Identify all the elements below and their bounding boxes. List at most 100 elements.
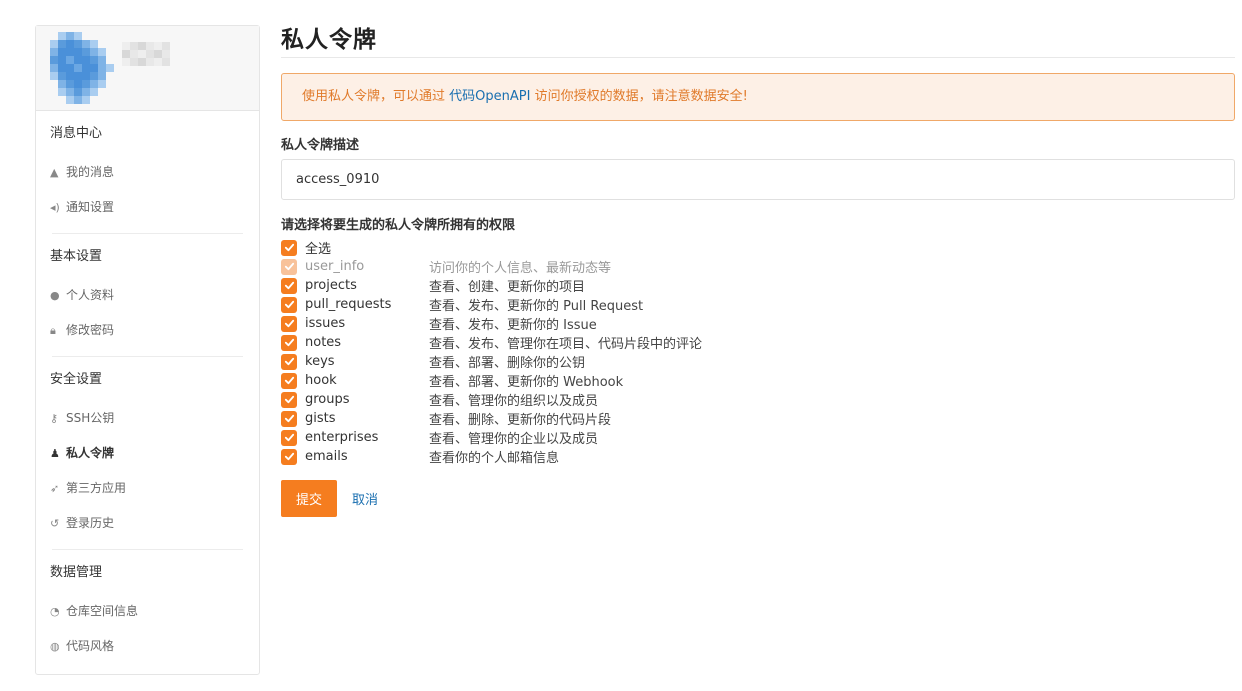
openapi-link[interactable]: 代码OpenAPI bbox=[449, 89, 530, 104]
menu-section: 消息中心 ▲ 我的消息 ◂) 通知设置 bbox=[36, 111, 259, 234]
permission-checkbox[interactable] bbox=[281, 296, 297, 313]
avatar[interactable] bbox=[50, 32, 114, 104]
sidebar-item[interactable]: ▲ 我的消息 bbox=[48, 155, 247, 190]
permission-name: issues bbox=[305, 316, 346, 331]
user-secret-icon: ♟ bbox=[50, 447, 60, 460]
profile-header bbox=[36, 26, 259, 111]
menu-section: 数据管理 ◔ 仓库空间信息 ◍ 代码风格 bbox=[36, 550, 259, 664]
permission-name: pull_requests bbox=[305, 297, 392, 312]
sidebar-item[interactable]: ♟ 私人令牌 bbox=[48, 436, 247, 471]
check-icon bbox=[284, 243, 294, 252]
permission-description: 查看你的个人邮箱信息 bbox=[429, 451, 560, 466]
select-all-row: 全选 bbox=[281, 238, 1235, 257]
permission-description: 查看、部署、更新你的 Webhook bbox=[429, 375, 624, 390]
sidebar-item[interactable]: ↺ 登录历史 bbox=[48, 506, 247, 541]
security-notice: 使用私人令牌，可以通过 代码OpenAPI 访问你授权的数据，请注意数据安全! bbox=[281, 73, 1235, 121]
sidebar-item[interactable]: 🔒︎ 修改密码 bbox=[48, 313, 247, 348]
permission-description: 访问你的个人信息、最新动态等 bbox=[429, 261, 612, 276]
check-icon bbox=[284, 376, 294, 385]
permission-name: user_info bbox=[305, 259, 365, 274]
menu-section-title: 基本设置 bbox=[50, 249, 103, 264]
permission-checkbox[interactable] bbox=[281, 334, 297, 351]
permission-checkbox[interactable] bbox=[281, 353, 297, 370]
submit-button[interactable]: 提交 bbox=[281, 480, 337, 517]
check-icon bbox=[284, 281, 294, 290]
check-icon bbox=[284, 319, 294, 328]
permission-row: pull_requests 查看、发布、更新你的 Pull Request bbox=[281, 295, 1235, 314]
bell-icon: ▲ bbox=[50, 166, 59, 179]
notice-suffix: 访问你授权的数据，请注意数据安全! bbox=[530, 89, 748, 104]
permission-checkbox[interactable] bbox=[281, 448, 297, 465]
select-all-checkbox[interactable] bbox=[281, 239, 297, 256]
permission-row: emails 查看你的个人邮箱信息 bbox=[281, 447, 1235, 466]
select-all-label: 全选 bbox=[305, 242, 332, 257]
permission-row: keys 查看、部署、删除你的公钥 bbox=[281, 352, 1235, 371]
sidebar-item[interactable]: ➶ 第三方应用 bbox=[48, 471, 247, 506]
title-divider bbox=[281, 57, 1235, 58]
permission-description: 查看、发布、更新你的 Issue bbox=[429, 318, 597, 333]
sidebar-item[interactable]: ● 个人资料 bbox=[48, 278, 247, 313]
main-content: 私人令牌 使用私人令牌，可以通过 代码OpenAPI 访问你授权的数据，请注意数… bbox=[281, 25, 1235, 517]
permission-description: 查看、发布、更新你的 Pull Request bbox=[429, 299, 644, 314]
username-blurred bbox=[122, 42, 174, 68]
permission-checkbox[interactable] bbox=[281, 315, 297, 332]
sidebar-menu: 消息中心 ▲ 我的消息 ◂) 通知设置基本设置 ● 个人资料 🔒︎ 修改密码安全设置 ⚷ SSH公钥… bbox=[36, 111, 259, 664]
sidebar-item[interactable]: ◍ 代码风格 bbox=[48, 629, 247, 664]
sidebar-item-label: 修改密码 bbox=[66, 323, 115, 337]
permission-checkbox[interactable] bbox=[281, 410, 297, 427]
permission-row: gists 查看、删除、更新你的代码片段 bbox=[281, 409, 1235, 428]
check-icon bbox=[284, 300, 294, 309]
check-icon bbox=[284, 433, 294, 442]
sidebar-item[interactable]: ◔ 仓库空间信息 bbox=[48, 594, 247, 629]
lock-icon: 🔒︎ bbox=[50, 324, 56, 337]
permission-name: projects bbox=[305, 278, 357, 293]
description-label: 私人令牌描述 bbox=[281, 138, 360, 153]
sidebar-item-label: 登录历史 bbox=[66, 516, 115, 530]
sidebar-item-label: SSH公钥 bbox=[66, 411, 115, 425]
permission-description: 查看、管理你的组织以及成员 bbox=[429, 394, 599, 409]
speaker-icon: ◂) bbox=[50, 201, 60, 214]
sidebar-item-label: 第三方应用 bbox=[66, 481, 127, 495]
permission-row: hook 查看、部署、更新你的 Webhook bbox=[281, 371, 1235, 390]
permission-description: 查看、部署、删除你的公钥 bbox=[429, 356, 586, 371]
permission-checkbox[interactable] bbox=[281, 391, 297, 408]
permission-row: projects 查看、创建、更新你的项目 bbox=[281, 276, 1235, 295]
key-icon: ⚷ bbox=[50, 412, 59, 425]
pie-chart-icon: ◔ bbox=[50, 605, 60, 618]
sidebar-item-label: 仓库空间信息 bbox=[66, 604, 139, 618]
sidebar-item[interactable]: ⚷ SSH公钥 bbox=[48, 401, 247, 436]
permission-description: 查看、创建、更新你的项目 bbox=[429, 280, 586, 295]
permission-name: enterprises bbox=[305, 430, 379, 445]
permissions-list: 全选 user_info 访问你的个人信息、最新动态等 projects 查看、创建、… bbox=[281, 238, 1235, 466]
permission-checkbox[interactable] bbox=[281, 429, 297, 446]
permission-checkbox[interactable] bbox=[281, 277, 297, 294]
menu-section-title: 消息中心 bbox=[50, 126, 103, 141]
history-icon: ↺ bbox=[50, 517, 60, 530]
sidebar-item[interactable]: ◂) 通知设置 bbox=[48, 190, 247, 225]
permission-name: hook bbox=[305, 373, 337, 388]
permission-row: issues 查看、发布、更新你的 Issue bbox=[281, 314, 1235, 333]
check-icon bbox=[284, 395, 294, 404]
permission-row: enterprises 查看、管理你的企业以及成员 bbox=[281, 428, 1235, 447]
form-actions: 提交 取消 bbox=[281, 480, 1235, 517]
check-icon bbox=[284, 452, 294, 461]
token-description-input[interactable] bbox=[281, 159, 1235, 200]
permission-checkbox[interactable] bbox=[281, 372, 297, 389]
permission-description: 查看、删除、更新你的代码片段 bbox=[429, 413, 612, 428]
permission-name: emails bbox=[305, 449, 348, 464]
check-icon bbox=[284, 338, 294, 347]
permission-checkbox bbox=[281, 258, 297, 275]
menu-section-title: 安全设置 bbox=[50, 372, 103, 387]
permission-row: notes 查看、发布、管理你在项目、代码片段中的评论 bbox=[281, 333, 1235, 352]
permission-name: notes bbox=[305, 335, 342, 350]
cancel-link[interactable]: 取消 bbox=[352, 489, 378, 508]
sidebar-item-label: 代码风格 bbox=[66, 639, 115, 653]
permissions-label: 请选择将要生成的私人令牌所拥有的权限 bbox=[281, 218, 516, 233]
gamepad-icon: ◍ bbox=[50, 640, 60, 653]
permission-description: 查看、管理你的企业以及成员 bbox=[429, 432, 599, 447]
permission-row: groups 查看、管理你的组织以及成员 bbox=[281, 390, 1235, 409]
sidebar-item-label: 通知设置 bbox=[66, 200, 115, 214]
sidebar-item-label: 我的消息 bbox=[66, 165, 115, 179]
menu-section: 基本设置 ● 个人资料 🔒︎ 修改密码 bbox=[36, 234, 259, 357]
notice-prefix: 使用私人令牌，可以通过 bbox=[302, 89, 450, 104]
